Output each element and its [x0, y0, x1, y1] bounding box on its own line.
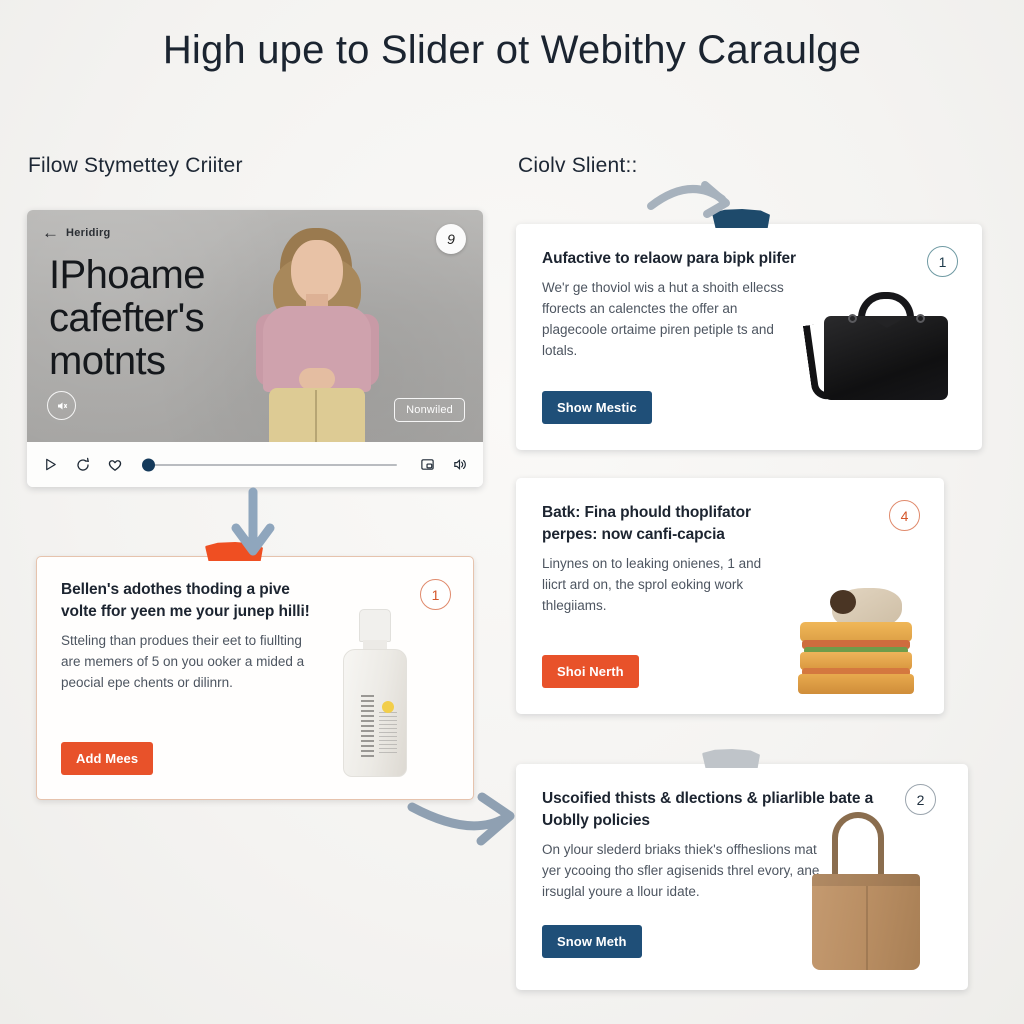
video-back-control[interactable]: ← Heridirg: [42, 224, 111, 241]
video-player-card[interactable]: ← Heridirg IPhoame cafefter's motnts 9 N…: [27, 210, 483, 487]
right-card-3-body: On ylour slederd briaks thiek's offhesli…: [542, 842, 820, 899]
video-step-badge: 9: [436, 224, 466, 254]
arrow-to-right-card-1: [647, 181, 730, 218]
replay-icon[interactable]: [73, 455, 92, 474]
arrow-left-card-to-right-card-3: [407, 792, 515, 846]
video-headline: IPhoame cafefter's motnts: [49, 253, 206, 383]
left-product-card[interactable]: Bellen's adothes thoding a pive volte ff…: [36, 542, 474, 800]
video-stage[interactable]: ← Heridirg IPhoame cafefter's motnts 9 N…: [27, 210, 483, 442]
tote-bag-image: [810, 812, 922, 970]
arrow-video-to-left-card: [231, 487, 275, 556]
right-card-2-step-badge: 4: [889, 500, 920, 531]
left-card-title: Bellen's adothes thoding a pive volte ff…: [61, 581, 310, 620]
left-card-body: Stteling than produes their eet to fiull…: [61, 633, 305, 690]
section-label-right: Ciolv Slient::: [518, 154, 638, 177]
right-card-2-title: Batk: Fina phould thoplifator perpes: no…: [542, 504, 751, 543]
video-progress-slider[interactable]: [142, 458, 397, 471]
right-card-1-step-badge: 1: [927, 246, 958, 277]
right-card-1[interactable]: Aufactive to relaow para bipk plifer We'…: [516, 209, 982, 450]
arrow-left-icon: ←: [42, 223, 59, 242]
sandwich-image: [792, 582, 920, 698]
video-progress-knob[interactable]: [142, 458, 155, 471]
volume-mute-icon[interactable]: [47, 391, 76, 420]
right-card-2-body: Linynes on to leaking onienes, 1 and lii…: [542, 556, 762, 613]
shoi-nerth-button[interactable]: Shoi Nerth: [542, 655, 639, 688]
add-mees-button[interactable]: Add Mees: [61, 742, 154, 775]
heart-icon[interactable]: [105, 455, 124, 474]
right-card-1-body: We'r ge thoviol wis a hut a shoith ellec…: [542, 280, 784, 358]
video-cta-button[interactable]: Nonwiled: [394, 398, 465, 422]
briefcase-bag-image: [802, 288, 948, 402]
left-card-step-badge: 1: [420, 579, 451, 610]
video-controls-bar[interactable]: [27, 442, 483, 487]
snow-meth-button[interactable]: Snow Meth: [542, 925, 642, 958]
section-label-left: Filow Stymettey Criiter: [28, 154, 243, 177]
show-mestic-button[interactable]: Show Mestic: [542, 391, 652, 424]
right-card-3-step-badge: 2: [905, 784, 936, 815]
play-icon[interactable]: [41, 455, 60, 474]
volume-icon[interactable]: [450, 455, 469, 474]
page-root: High upe to Slider ot Webithy Caraulge F…: [0, 0, 1024, 1024]
right-card-3[interactable]: Uscoified thists & dlections & pliarlibl…: [516, 749, 968, 990]
video-back-label: Heridirg: [66, 226, 111, 239]
picture-in-picture-icon[interactable]: [418, 455, 437, 474]
right-card-2[interactable]: Batk: Fina phould thoplifator perpes: no…: [516, 478, 944, 714]
right-card-1-title: Aufactive to relaow para bipk plifer: [542, 250, 796, 267]
bottle-product-image: [343, 609, 407, 777]
page-title: High upe to Slider ot Webithy Caraulge: [162, 28, 862, 72]
